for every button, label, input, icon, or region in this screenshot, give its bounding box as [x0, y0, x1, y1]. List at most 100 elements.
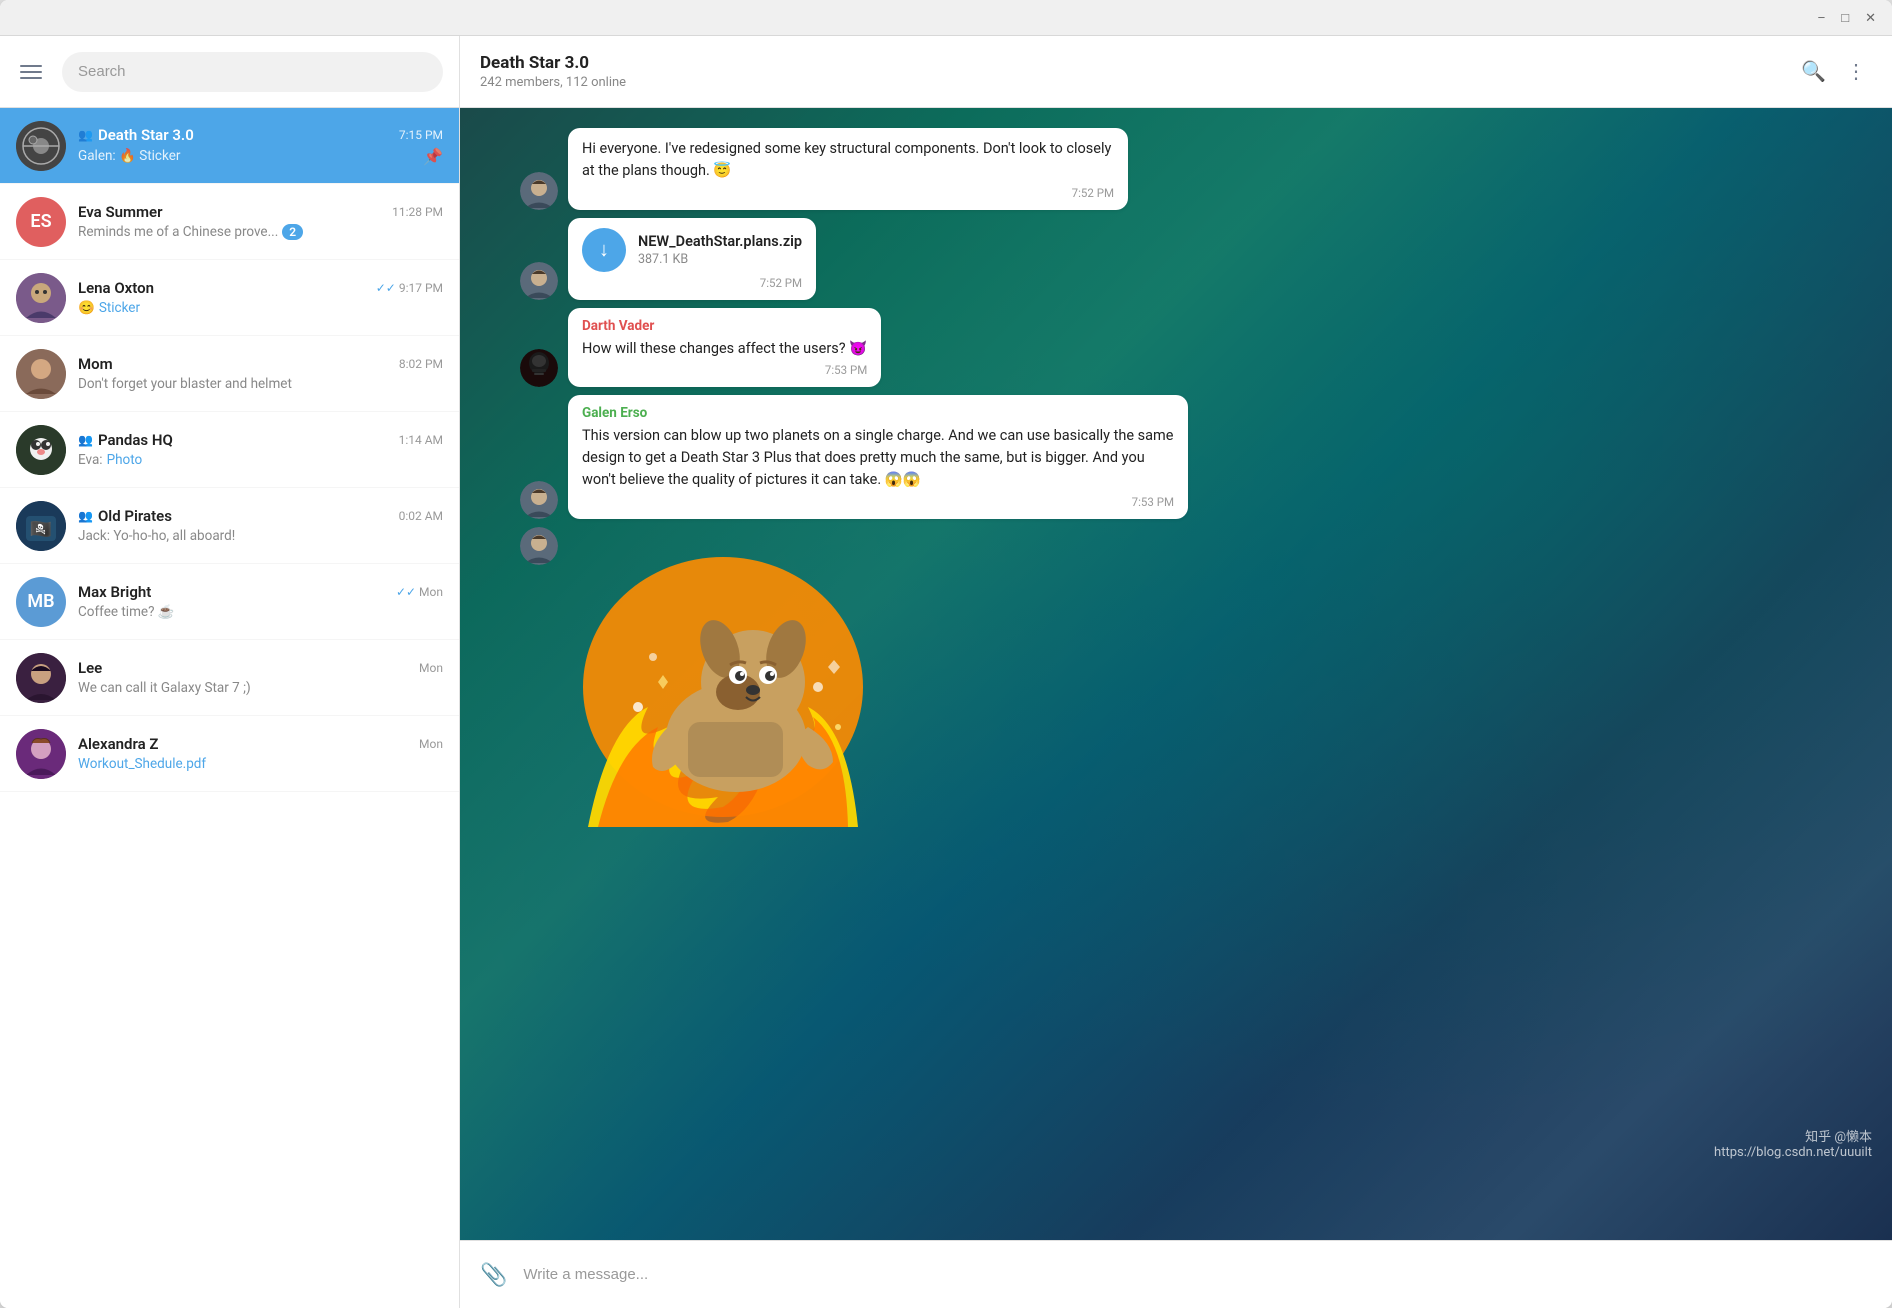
chat-item-lee[interactable]: Lee Mon We can call it Galaxy Star 7 ;)	[0, 640, 459, 716]
file-info: NEW_DeathStar.plans.zip 387.1 KB	[638, 233, 802, 267]
unread-badge-eva: 2	[282, 224, 303, 240]
message-input[interactable]	[523, 1266, 1876, 1283]
chat-item-pandas-hq[interactable]: 👥 Pandas HQ 1:14 AM Eva: Photo	[0, 412, 459, 488]
chat-preview-eva-summer: Reminds me of a Chinese prove... 2	[78, 224, 443, 240]
message-1-container: Hi everyone. I've redesigned some key st…	[520, 128, 1832, 210]
chat-name-alexandra-z: Alexandra Z	[78, 735, 158, 753]
avatar-death-star	[16, 121, 66, 171]
search-chat-button[interactable]: 🔍	[1795, 53, 1832, 90]
chat-header-status: 242 members, 112 online	[480, 75, 1783, 90]
chat-info-pandas-hq: 👥 Pandas HQ 1:14 AM Eva: Photo	[78, 431, 443, 468]
msg-avatar-darth-vader	[520, 349, 558, 387]
chat-info-death-star: 👥 Death Star 3.0 7:15 PM Galen: 🔥 Sticke…	[78, 126, 443, 166]
avatar-pandas-hq	[16, 425, 66, 475]
maximize-button[interactable]: □	[1837, 8, 1853, 28]
double-check-max: ✓✓	[396, 585, 416, 599]
chat-preview-lee: We can call it Galaxy Star 7 ;)	[78, 680, 443, 696]
message-3-time: 7:53 PM	[582, 363, 867, 377]
chat-preview-old-pirates: Jack: Yo-ho-ho, all aboard!	[78, 528, 443, 544]
sidebar: 👥 Death Star 3.0 7:15 PM Galen: 🔥 Sticke…	[0, 36, 460, 1308]
message-5-container	[520, 527, 1832, 827]
file-size: 387.1 KB	[638, 252, 802, 267]
msg-avatar-galen-4	[520, 481, 558, 519]
chat-time-mom: 8:02 PM	[399, 357, 443, 371]
chat-info-lee: Lee Mon We can call it Galaxy Star 7 ;)	[78, 659, 443, 696]
message-4-sender: Galen Erso	[582, 405, 1174, 421]
chat-info-old-pirates: 👥 Old Pirates 0:02 AM Jack: Yo-ho-ho, al…	[78, 507, 443, 544]
chat-header-actions: 🔍 ⋮	[1795, 53, 1872, 90]
message-1-time: 7:52 PM	[582, 186, 1114, 200]
chat-preview-mom: Don't forget your blaster and helmet	[78, 376, 443, 392]
chat-header-name: Death Star 3.0	[480, 53, 1783, 73]
avatar-mom	[16, 349, 66, 399]
messages-content: Hi everyone. I've redesigned some key st…	[520, 128, 1832, 827]
message-4-container: Galen Erso This version can blow up two …	[520, 395, 1832, 518]
chat-header: Death Star 3.0 242 members, 112 online 🔍…	[460, 36, 1892, 108]
chat-time-old-pirates: 0:02 AM	[399, 509, 443, 523]
chat-time-max-bright: ✓✓ Mon	[396, 585, 443, 599]
avatar-lee	[16, 653, 66, 703]
msg-avatar-galen-5	[520, 527, 558, 565]
chat-info-max-bright: Max Bright ✓✓ Mon Coffee time? ☕	[78, 583, 443, 620]
chat-item-alexandra-z[interactable]: Alexandra Z Mon Workout_Shedule.pdf	[0, 716, 459, 792]
avatar-lena-oxton	[16, 273, 66, 323]
chat-item-old-pirates[interactable]: 🏴‍☠️ 👥 Old Pirates 0:02 AM Jack: Yo-ho-h…	[0, 488, 459, 564]
message-input-area: 📎	[460, 1240, 1892, 1308]
double-check-lena: ✓✓	[376, 281, 396, 295]
message-4-text: This version can blow up two planets on …	[582, 425, 1174, 490]
chat-preview-pandas-hq: Eva: Photo	[78, 452, 443, 468]
chat-preview-alexandra-z: Workout_Shedule.pdf	[78, 756, 443, 772]
chat-time-lena-oxton: ✓✓ 9:17 PM	[376, 281, 443, 295]
messages-area: Hi everyone. I've redesigned some key st…	[460, 108, 1892, 1240]
avatar-alexandra-z	[16, 729, 66, 779]
svg-text:🏴‍☠️: 🏴‍☠️	[30, 518, 52, 540]
chat-item-eva-summer[interactable]: ES Eva Summer 11:28 PM Reminds me of a C…	[0, 184, 459, 260]
close-button[interactable]: ✕	[1861, 8, 1880, 28]
message-4-time: 7:53 PM	[582, 495, 1174, 509]
chat-item-max-bright[interactable]: MB Max Bright ✓✓ Mon Coffee time? ☕	[0, 564, 459, 640]
message-1-text: Hi everyone. I've redesigned some key st…	[582, 138, 1114, 182]
chat-item-lena-oxton[interactable]: Lena Oxton ✓✓ 9:17 PM 😊 Sticker	[0, 260, 459, 336]
message-2-container: ↓ NEW_DeathStar.plans.zip 387.1 KB 7:52 …	[520, 218, 1832, 300]
download-button[interactable]: ↓	[582, 228, 626, 272]
search-input[interactable]	[62, 52, 443, 92]
msg-avatar-galen-1	[520, 172, 558, 210]
chat-list: 👥 Death Star 3.0 7:15 PM Galen: 🔥 Sticke…	[0, 108, 459, 1308]
message-3-container: Darth Vader How will these changes affec…	[520, 308, 1832, 388]
chat-info-eva-summer: Eva Summer 11:28 PM Reminds me of a Chin…	[78, 203, 443, 240]
main-chat: Death Star 3.0 242 members, 112 online 🔍…	[460, 36, 1892, 1308]
sticker-image	[568, 527, 878, 827]
chat-item-death-star[interactable]: 👥 Death Star 3.0 7:15 PM Galen: 🔥 Sticke…	[0, 108, 459, 184]
hamburger-icon	[20, 65, 42, 79]
sidebar-header	[0, 36, 459, 108]
chat-info-lena-oxton: Lena Oxton ✓✓ 9:17 PM 😊 Sticker	[78, 279, 443, 316]
minimize-button[interactable]: −	[1814, 8, 1830, 28]
message-3-text: How will these changes affect the users?…	[582, 338, 867, 360]
group-icon-pandas: 👥	[78, 433, 93, 447]
chat-info-mom: Mom 8:02 PM Don't forget your blaster an…	[78, 355, 443, 392]
message-2: ↓ NEW_DeathStar.plans.zip 387.1 KB 7:52 …	[568, 218, 816, 300]
message-3-sender: Darth Vader	[582, 318, 867, 334]
watermark: 知乎 @懒本 https://blog.csdn.net/uuuilt	[1714, 1126, 1872, 1160]
chat-time-eva-summer: 11:28 PM	[392, 205, 443, 219]
chat-info-alexandra-z: Alexandra Z Mon Workout_Shedule.pdf	[78, 735, 443, 772]
hamburger-button[interactable]	[16, 61, 46, 83]
avatar-eva-summer: ES	[16, 197, 66, 247]
group-icon: 👥	[78, 128, 93, 142]
attach-button[interactable]: 📎	[476, 1258, 511, 1292]
chat-name-lee: Lee	[78, 659, 102, 677]
chat-item-mom[interactable]: Mom 8:02 PM Don't forget your blaster an…	[0, 336, 459, 412]
file-name: NEW_DeathStar.plans.zip	[638, 233, 802, 250]
avatar-old-pirates: 🏴‍☠️	[16, 501, 66, 551]
app-body: 👥 Death Star 3.0 7:15 PM Galen: 🔥 Sticke…	[0, 36, 1892, 1308]
chat-preview-death-star: Galen: 🔥 Sticker 📌	[78, 147, 443, 166]
window-controls: − □ ✕	[1814, 8, 1880, 28]
chat-preview-max-bright: Coffee time? ☕	[78, 604, 443, 620]
more-options-button[interactable]: ⋮	[1840, 53, 1872, 90]
message-3: Darth Vader How will these changes affec…	[568, 308, 881, 388]
message-2-time: 7:52 PM	[582, 276, 802, 290]
file-bubble: ↓ NEW_DeathStar.plans.zip 387.1 KB	[582, 228, 802, 272]
group-icon-pirates: 👥	[78, 509, 93, 523]
msg-avatar-galen-2	[520, 262, 558, 300]
titlebar: − □ ✕	[0, 0, 1892, 36]
